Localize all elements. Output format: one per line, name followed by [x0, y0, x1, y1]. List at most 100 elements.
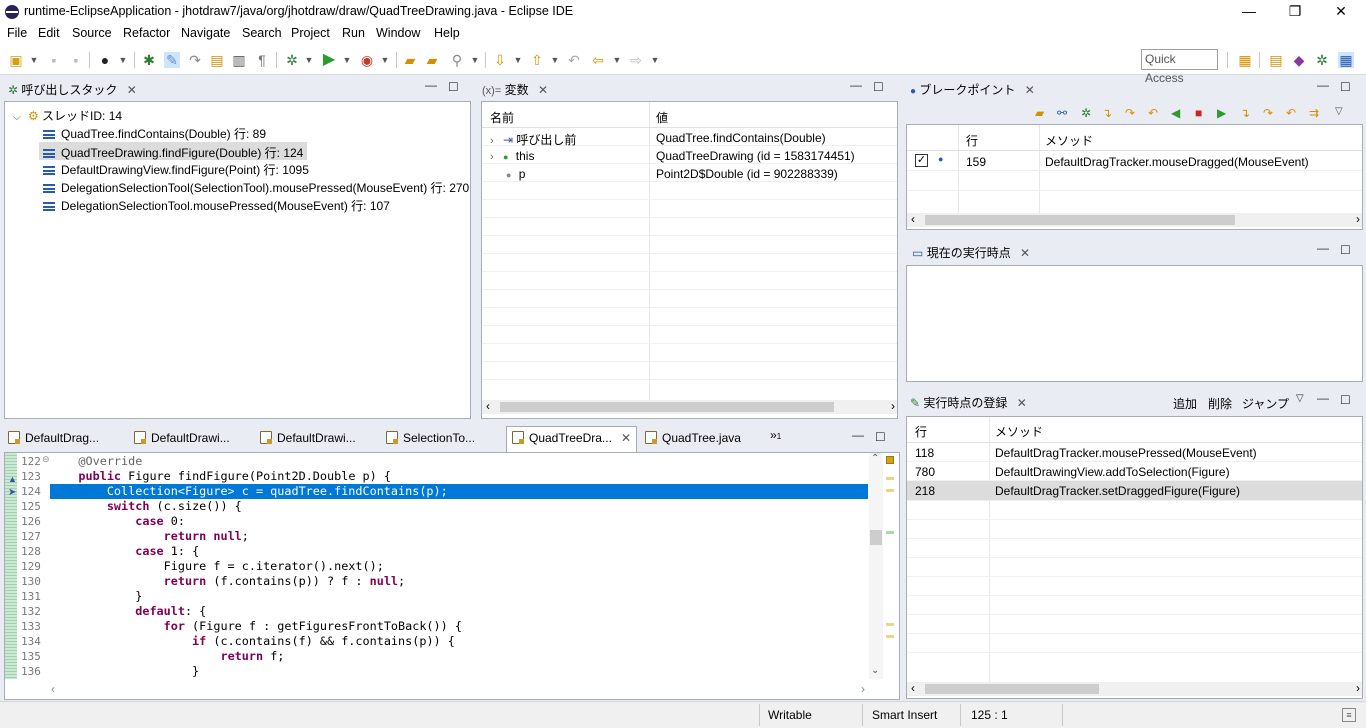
external-tools-icon[interactable]: ◉ [359, 52, 375, 68]
menu-refactor[interactable]: Refactor [123, 26, 170, 40]
menu-help[interactable]: Help [434, 26, 460, 40]
dropdown-arrow-icon[interactable]: ▼ [510, 52, 526, 68]
column-header-line[interactable]: 行 [966, 132, 978, 149]
maximize-view-icon[interactable]: ☐ [875, 430, 886, 444]
terminate-icon[interactable]: ■ [1195, 106, 1202, 120]
registration-method[interactable]: DefaultDrawingView.addToSelection(Figure… [995, 465, 1230, 479]
run-icon[interactable]: ▶ [321, 52, 337, 68]
scroll-right-icon[interactable]: › [1356, 212, 1360, 226]
stack-frame[interactable]: QuadTree.findContains(Double) 行: 89 [43, 125, 266, 142]
step-over-next-icon[interactable]: ↷ [1263, 106, 1273, 120]
horizontal-scrollbar[interactable]: ‹ › [482, 399, 897, 414]
stack-frame[interactable]: DelegationSelectionTool.mousePressed(Mou… [43, 197, 390, 214]
add-button[interactable]: 追加 [1173, 395, 1197, 412]
scrollbar-thumb[interactable] [925, 684, 1099, 694]
maximize-view-icon[interactable]: ☐ [1340, 243, 1351, 257]
menu-file[interactable]: File [7, 26, 27, 40]
registration-line[interactable]: 218 [915, 484, 935, 498]
scroll-down-icon[interactable]: ⌄ [871, 665, 879, 676]
dropdown-arrow-icon[interactable]: ▼ [647, 52, 663, 68]
editor-tab[interactable]: SelectionTo... [386, 427, 475, 451]
debug-perspective-icon[interactable]: ✲ [1314, 52, 1330, 68]
menu-navigate[interactable]: Navigate [181, 26, 230, 40]
dropdown-arrow-icon[interactable]: ▼ [115, 52, 131, 68]
thread-node[interactable]: ⌵ ⚙ スレッドID: 14 [13, 107, 122, 124]
dropdown-arrow-icon[interactable]: ▼ [26, 52, 42, 68]
resume-back-icon[interactable]: ◀ [1171, 106, 1180, 120]
debug-icon[interactable]: ✲ [284, 52, 300, 68]
delete-button[interactable]: 削除 [1208, 395, 1232, 412]
jump-button[interactable]: ジャンプ [1242, 395, 1289, 412]
minimize-view-icon[interactable]: — [1317, 391, 1329, 405]
close-tab-icon[interactable]: ✕ [621, 427, 631, 449]
open-task-icon[interactable]: ▥ [231, 52, 247, 68]
warning-marker-icon[interactable] [886, 456, 894, 464]
step-into-next-icon[interactable]: ↴ [1240, 106, 1250, 120]
menu-window[interactable]: Window [376, 26, 420, 40]
step-return-icon[interactable]: ↶ [1148, 106, 1158, 120]
menu-search[interactable]: Search [242, 26, 282, 40]
step-return-next-icon[interactable]: ↶ [1286, 106, 1296, 120]
minimize-view-icon[interactable]: — [1317, 78, 1329, 92]
minimize-button[interactable]: — [1226, 0, 1272, 24]
scroll-left-icon[interactable]: ‹ [911, 212, 915, 226]
close-tab-icon[interactable]: ✕ [1017, 396, 1027, 410]
stack-frame-selected[interactable]: QuadTreeDrawing.findFigure(Double) 行: 12… [39, 142, 308, 160]
column-header-value[interactable]: 値 [656, 109, 668, 126]
column-header-method[interactable]: メソッド [995, 423, 1043, 440]
editor-tab[interactable]: DefaultDrawi... [260, 427, 356, 451]
scroll-left-icon[interactable]: ‹ [51, 682, 55, 696]
minimize-view-icon[interactable]: — [852, 428, 864, 442]
chevron-right-icon[interactable]: › [490, 135, 494, 147]
registration-line[interactable]: 118 [915, 446, 934, 460]
link-icon[interactable]: ⚯ [1057, 106, 1067, 120]
view-menu-icon[interactable]: ▽ [1335, 106, 1343, 117]
breakpoint-method[interactable]: DefaultDragTracker.mouseDragged(MouseEve… [1045, 155, 1309, 169]
menu-project[interactable]: Project [291, 26, 330, 40]
column-header-name[interactable]: 名前 [490, 109, 514, 126]
registration-line[interactable]: 780 [915, 465, 935, 479]
editor-tab[interactable]: DefaultDrag... [8, 427, 99, 451]
menu-source[interactable]: Source [72, 26, 112, 40]
minimize-view-icon[interactable]: — [425, 78, 437, 92]
breakpoint-checkbox[interactable]: ✓ [915, 154, 928, 167]
search-icon[interactable]: ⚲ [449, 52, 465, 68]
view-menu-icon[interactable]: ▽ [1296, 393, 1304, 404]
column-header-line[interactable]: 行 [915, 423, 927, 440]
notification-icon[interactable]: ≡ [1342, 708, 1356, 722]
variables-tab[interactable]: (x)= 変数 ✕ [482, 81, 548, 98]
breakpoints-tab[interactable]: ● ブレークポイント ✕ [910, 81, 1035, 98]
editor-tab[interactable]: QuadTree.java [645, 427, 741, 451]
scrollbar-thumb[interactable] [500, 402, 834, 412]
close-tab-icon[interactable]: ✕ [1025, 83, 1035, 97]
new-file-icon[interactable]: ▣ [8, 52, 24, 68]
resume-icon[interactable]: ▶ [1217, 106, 1226, 120]
close-tab-icon[interactable]: ✕ [127, 83, 137, 97]
stack-frame[interactable]: DefaultDrawingView.findFigure(Point) 行: … [43, 161, 309, 178]
scroll-right-icon[interactable]: › [891, 399, 895, 413]
new-package-icon[interactable]: ▰ [402, 52, 418, 68]
dropdown-arrow-icon[interactable]: ▼ [547, 52, 563, 68]
code-text[interactable]: @Override public Figure findFigure(Point… [50, 453, 870, 679]
save-icon[interactable]: ▪ [46, 52, 62, 68]
last-edit-icon[interactable]: ↶ [566, 52, 582, 68]
scroll-up-icon[interactable]: ⌃ [871, 453, 879, 464]
restore-button[interactable]: ❐ [1272, 0, 1318, 24]
minimize-view-icon[interactable]: — [1317, 241, 1329, 255]
drop-to-frame-icon[interactable]: ⇉ [1309, 106, 1319, 120]
scroll-right-icon[interactable]: › [1356, 681, 1360, 695]
save-all-icon[interactable]: ▪ [68, 52, 84, 68]
close-button[interactable]: ✕ [1318, 0, 1364, 24]
custom-perspective-icon[interactable]: ▦ [1338, 52, 1354, 68]
editor-tab-active[interactable]: QuadTreeDra... ✕ [506, 426, 637, 453]
quick-access-input[interactable]: Quick Access [1141, 49, 1218, 85]
close-tab-icon[interactable]: ✕ [1020, 246, 1030, 260]
horizontal-scrollbar[interactable]: ‹ › [907, 212, 1362, 227]
open-perspective-icon[interactable]: ▦ [1237, 52, 1253, 68]
variable-row[interactable]: › ⇥ 呼び出し前 [490, 131, 576, 148]
stack-frame[interactable]: DelegationSelectionTool(SelectionTool).m… [43, 179, 469, 196]
editor-tab[interactable]: DefaultDrawi... [134, 427, 230, 451]
open-folder-icon[interactable]: ▰ [424, 52, 440, 68]
highlight-icon[interactable]: ✎ [164, 52, 180, 68]
horizontal-scrollbar[interactable]: ‹ › [907, 681, 1362, 696]
